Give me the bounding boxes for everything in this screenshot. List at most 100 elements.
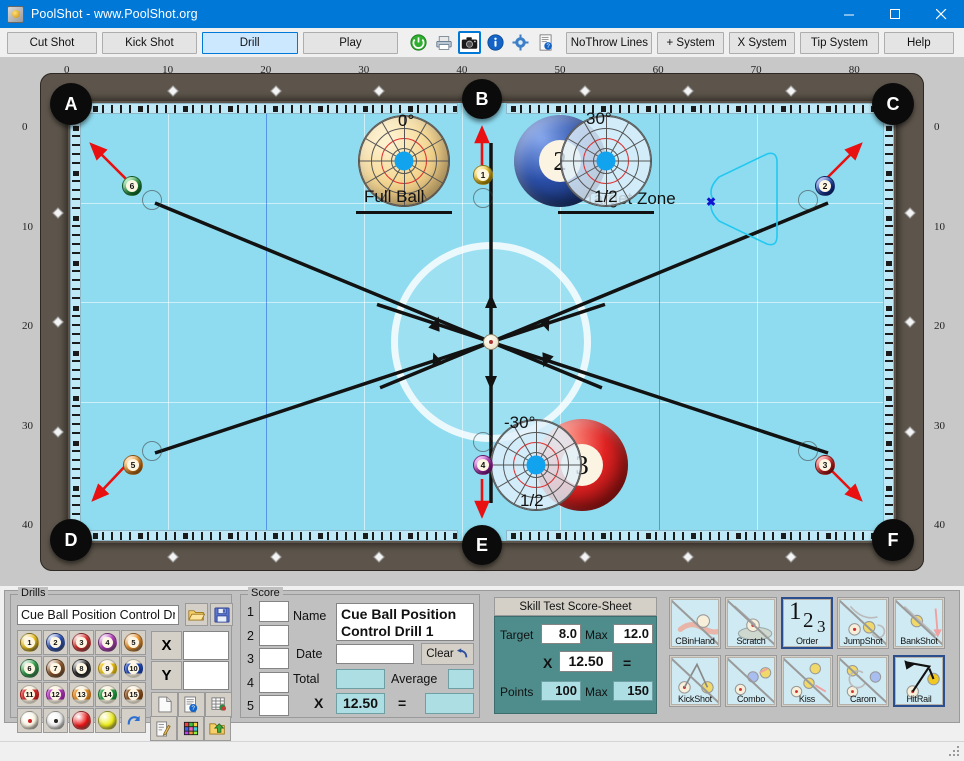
drill-cue-ball-red-dot[interactable]	[17, 708, 42, 733]
tab-play[interactable]: Play	[302, 31, 399, 54]
drill-red-ball[interactable]	[69, 708, 94, 733]
shot-type-order[interactable]: 1 2 3 Order	[781, 597, 833, 649]
drill-ball-9[interactable]: 9	[95, 656, 120, 681]
ruler-right-tick: 0	[934, 121, 940, 133]
pocket-b[interactable]: B	[462, 79, 502, 119]
drill-ball-10[interactable]: 10	[121, 656, 146, 681]
cue-ball[interactable]	[483, 334, 499, 350]
drill-ball-1[interactable]: 1	[17, 630, 42, 655]
color-palette-icon[interactable]	[177, 716, 204, 741]
ball-3[interactable]: 3	[815, 455, 835, 475]
tip-system-button[interactable]: Tip System	[800, 31, 879, 54]
tab-kick-shot[interactable]: Kick Shot	[101, 31, 197, 54]
power-icon[interactable]	[407, 31, 430, 54]
drill-name-input[interactable]	[17, 605, 179, 625]
pocket-f[interactable]: F	[872, 519, 914, 561]
score-row-input-5[interactable]	[259, 695, 289, 716]
pocket-c[interactable]: C	[872, 83, 914, 125]
clear-label: Clear	[426, 648, 454, 660]
drill-ball-12[interactable]: 12	[43, 682, 68, 707]
drill-ball-2[interactable]: 2	[43, 630, 68, 655]
score-row-input-4[interactable]	[259, 671, 289, 693]
pocket-d[interactable]: D	[50, 519, 92, 561]
ball-4[interactable]: 4	[473, 455, 493, 475]
ball-number: 8	[76, 663, 87, 674]
drill-yellow-ball[interactable]	[95, 708, 120, 733]
info-icon[interactable]	[483, 31, 507, 54]
open-folder-icon[interactable]	[185, 603, 208, 626]
drill-ball-8[interactable]: 8	[69, 656, 94, 681]
ball-glyph: 6	[20, 659, 39, 678]
ball-glyph: 8	[72, 659, 91, 678]
score-row-input-1[interactable]	[259, 601, 289, 622]
ball-1[interactable]: 1	[473, 165, 493, 185]
ball-5[interactable]: 5	[123, 455, 143, 475]
target-value[interactable]: 8.0	[541, 624, 581, 644]
drill-ball-6[interactable]: 6	[17, 656, 42, 681]
shot-type-jumpshot[interactable]: JumpShot	[837, 597, 889, 649]
drill-reset-arrow-icon[interactable]	[121, 708, 146, 733]
shot-type-kickshot[interactable]: KickShot	[669, 655, 721, 707]
y-coord-input[interactable]	[183, 661, 229, 690]
edit-notes-icon[interactable]	[150, 716, 177, 741]
ball-6[interactable]: 6	[122, 176, 142, 196]
shot-type-kiss[interactable]: Kiss	[781, 655, 833, 707]
tab-drill[interactable]: Drill	[201, 31, 298, 54]
tab-cut-shot[interactable]: Cut Shot	[7, 31, 97, 54]
drill-ball-14[interactable]: 14	[95, 682, 120, 707]
settings-gear-icon[interactable]	[509, 31, 532, 54]
pool-table-area[interactable]: 0 10 20 30 40 50 60 70 80 0 10 20 30 40 0 10 20 30 40 ✖ …	[0, 58, 964, 586]
drill-ball-3[interactable]: 3	[69, 630, 94, 655]
score-name-value[interactable]: Cue Ball Position Control Drill 1	[336, 603, 474, 641]
shot-type-carom[interactable]: Carom	[837, 655, 889, 707]
x-coord-input[interactable]	[183, 631, 229, 660]
new-page-icon[interactable]	[151, 692, 178, 717]
drill-ball-13[interactable]: 13	[69, 682, 94, 707]
pool-table[interactable]: ✖ Target Zone 0° Full Ball 2 30° 1/2	[40, 73, 924, 571]
target-max-value[interactable]: 12.0	[613, 624, 653, 644]
skill-multiplier-value[interactable]: 12.50	[559, 651, 613, 672]
y-coord-button[interactable]: Y	[151, 661, 182, 690]
shot-icon-area: BankShot	[895, 599, 943, 647]
drill-ball-5[interactable]: 5	[121, 630, 146, 655]
help-doc-icon[interactable]: ?	[534, 31, 558, 54]
score-multiplier-value[interactable]: 12.50	[336, 693, 385, 714]
save-disk-icon[interactable]	[210, 603, 233, 626]
maximize-button[interactable]	[872, 0, 918, 28]
ball-glyph: 1	[20, 633, 39, 652]
ball-glyph: 11	[20, 685, 39, 704]
clear-button[interactable]: Clear	[421, 643, 474, 665]
pocket-e[interactable]: E	[462, 525, 502, 565]
score-row-input-2[interactable]	[259, 624, 289, 646]
drill-ball-7[interactable]: 7	[43, 656, 68, 681]
ball-2[interactable]: 2	[815, 176, 835, 196]
table-grid-icon[interactable]	[205, 692, 232, 717]
pocket-a[interactable]: A	[50, 83, 92, 125]
shot-type-hitrail[interactable]: HitRail	[893, 655, 945, 707]
drill-ball-4[interactable]: 4	[95, 630, 120, 655]
drill-ball-15[interactable]: 15	[121, 682, 146, 707]
camera-icon[interactable]	[458, 31, 481, 54]
minimize-button[interactable]	[826, 0, 872, 28]
print-icon[interactable]	[432, 31, 456, 54]
export-folder-icon[interactable]	[204, 716, 231, 741]
score-date-input[interactable]	[336, 644, 414, 664]
ball-glyph: 12	[46, 685, 65, 704]
x-coord-button[interactable]: X	[151, 631, 182, 660]
table-felt[interactable]: ✖ Target Zone 0° Full Ball 2 30° 1/2	[70, 103, 894, 541]
shot-type-cbinhand[interactable]: CBinHand	[669, 597, 721, 649]
shot-type-combo[interactable]: Combo	[725, 655, 777, 707]
skill-sheet-panel: Target 8.0 Max 12.0 X 12.50 = Points 100…	[494, 616, 657, 714]
shot-type-bankshot[interactable]: BankShot	[893, 597, 945, 649]
no-throw-lines-button[interactable]: NoThrow Lines	[566, 31, 653, 54]
resize-grip[interactable]	[949, 746, 961, 758]
drill-cue-ball-black-dot[interactable]	[43, 708, 68, 733]
x-system-button[interactable]: X System	[728, 31, 796, 54]
shot-type-scratch[interactable]: Scratch	[725, 597, 777, 649]
score-row-input-3[interactable]	[259, 648, 289, 669]
close-button[interactable]	[918, 0, 964, 28]
help-button[interactable]: Help	[883, 31, 954, 54]
plus-system-button[interactable]: + System	[657, 31, 724, 54]
drill-ball-11[interactable]: 11	[17, 682, 42, 707]
page-help-icon[interactable]: ?	[178, 692, 205, 717]
